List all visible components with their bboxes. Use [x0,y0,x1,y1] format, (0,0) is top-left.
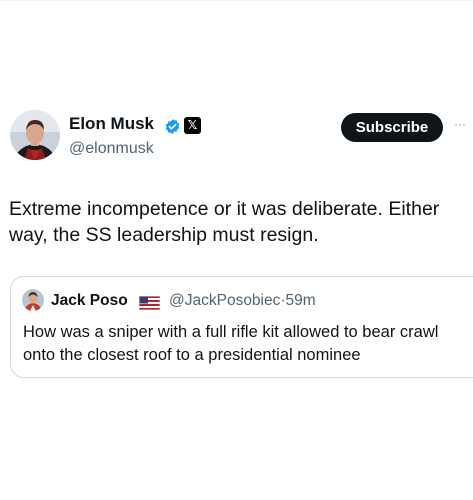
author-handle[interactable]: @elonmusk [69,139,154,159]
quoted-meta: @JackPosobiec·59m [169,291,316,311]
more-options-icon[interactable]: ··· [454,118,473,130]
verified-badge-icon [165,119,180,134]
subscribe-button[interactable]: Subscribe [341,113,443,142]
author-name[interactable]: Elon Musk [69,114,154,134]
quoted-author-handle[interactable]: @JackPosobiec [169,292,280,309]
jack-avatar-icon [22,289,44,311]
quoted-author-avatar[interactable] [22,289,44,311]
us-flag-icon [139,296,160,310]
quoted-tweet-text: How was a sniper with a full rifle kit a… [23,323,439,364]
elon-avatar-icon [10,110,60,160]
quoted-timestamp[interactable]: 59m [286,292,316,309]
top-divider [0,0,473,1]
x-affiliate-icon: 𝕏 [184,117,201,134]
tweet-text: Extreme incompetence or it was deliberat… [9,198,440,246]
author-avatar[interactable] [10,110,60,160]
quoted-tweet-card[interactable]: Jack Poso @JackPosobiec·59m How was a sn… [10,276,473,378]
quoted-author-name[interactable]: Jack Poso [51,291,128,311]
